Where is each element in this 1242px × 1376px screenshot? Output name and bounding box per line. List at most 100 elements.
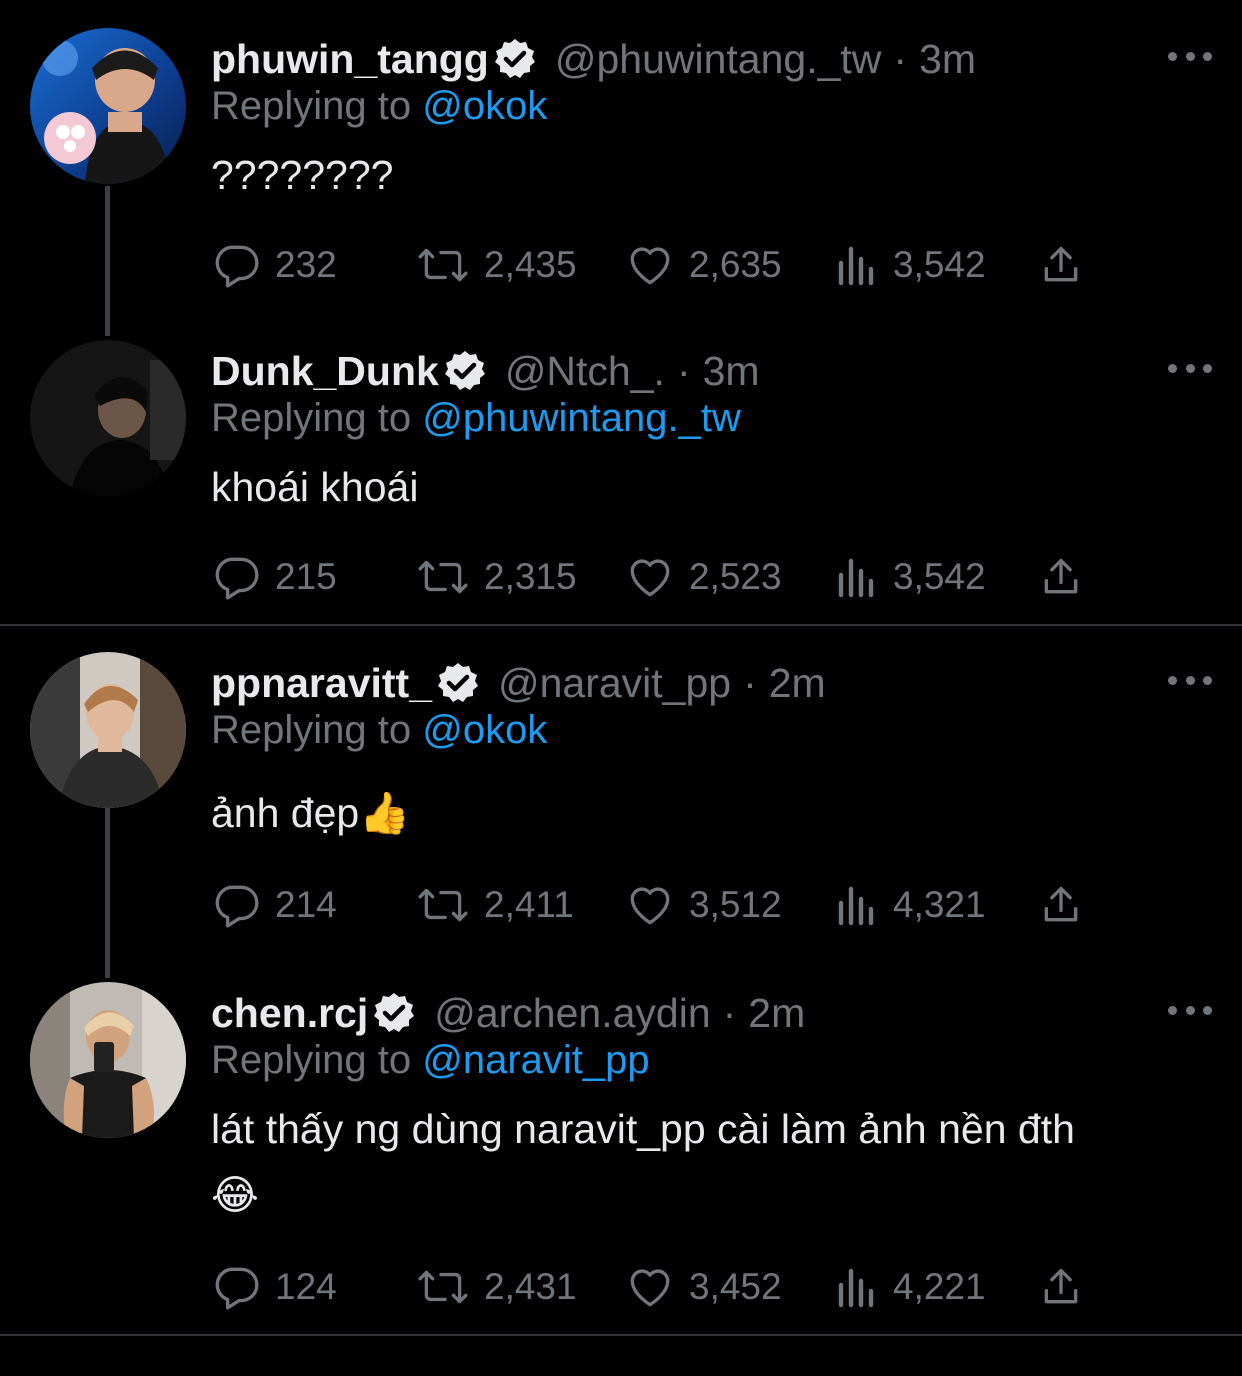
- tweet-header: Dunk_Dunk @Ntch_. · 3m: [211, 346, 760, 396]
- replying-prefix: Replying to: [211, 84, 412, 128]
- action-bar: 232 2,435 2,635 3,542: [211, 240, 1111, 290]
- like-count: 3,452: [689, 1266, 782, 1307]
- share-icon: [1044, 886, 1078, 922]
- timestamp[interactable]: 3m: [703, 348, 760, 395]
- views-button[interactable]: 3,542: [835, 240, 986, 290]
- display-name[interactable]: Dunk_Dunk: [211, 348, 439, 395]
- retweet-count: 2,411: [484, 884, 574, 925]
- bottom-divider: [0, 1334, 1242, 1336]
- verified-badge-icon: [493, 37, 537, 81]
- reply-icon: [215, 1267, 259, 1310]
- reply-icon: [215, 885, 259, 928]
- replying-prefix: Replying to: [211, 396, 412, 440]
- avatar[interactable]: [30, 28, 186, 184]
- views-icon: [838, 558, 874, 598]
- tweet-header: chen.rcj @archen.aydin · 2m: [211, 988, 805, 1038]
- views-count: 3,542: [893, 556, 986, 597]
- replying-prefix: Replying to: [211, 1038, 412, 1082]
- views-count: 4,221: [893, 1266, 986, 1307]
- more-icon[interactable]: [1168, 1000, 1212, 1020]
- avatar[interactable]: [30, 652, 186, 808]
- user-handle[interactable]: @archen.aydin: [434, 990, 710, 1037]
- tweet[interactable]: phuwin_tangg @phuwintang._tw · 3m Replyi…: [0, 0, 1242, 320]
- retweet-icon: [418, 248, 468, 282]
- like-count: 3,512: [689, 884, 782, 925]
- timestamp[interactable]: 2m: [769, 660, 826, 707]
- reply-button[interactable]: 124: [211, 1262, 337, 1312]
- user-handle[interactable]: @Ntch_.: [505, 348, 665, 395]
- retweet-count: 2,315: [484, 556, 577, 597]
- verified-badge-icon: [443, 349, 487, 393]
- share-icon: [1044, 246, 1078, 282]
- display-name[interactable]: chen.rcj: [211, 990, 368, 1037]
- tweet-text: ????????: [211, 152, 394, 198]
- share-button[interactable]: [1039, 880, 1097, 930]
- replying-to: Replying to @naravit_pp: [211, 1038, 650, 1083]
- timestamp[interactable]: 3m: [919, 36, 976, 83]
- reply-count: 124: [275, 1266, 337, 1307]
- retweet-button[interactable]: 2,431: [416, 1262, 577, 1312]
- reply-button[interactable]: 215: [211, 552, 337, 602]
- tweet-text: ảnh đẹp👍: [211, 790, 411, 836]
- views-count: 4,321: [893, 884, 986, 925]
- more-icon[interactable]: [1168, 46, 1212, 66]
- action-bar: 124 2,431 3,452 4,221: [211, 1262, 1111, 1312]
- like-icon: [630, 247, 670, 285]
- user-handle[interactable]: @naravit_pp: [498, 660, 731, 707]
- replying-prefix: Replying to: [211, 708, 412, 752]
- reply-button[interactable]: 214: [211, 880, 337, 930]
- reply-button[interactable]: 232: [211, 240, 337, 290]
- views-button[interactable]: 3,542: [835, 552, 986, 602]
- mention-link[interactable]: @phuwintang._tw: [422, 396, 741, 440]
- more-icon[interactable]: [1168, 358, 1212, 378]
- avatar[interactable]: [30, 340, 186, 496]
- share-button[interactable]: [1039, 240, 1097, 290]
- like-count: 2,635: [689, 244, 782, 285]
- tweet[interactable]: Dunk_Dunk @Ntch_. · 3m Replying to @phuw…: [0, 320, 1242, 625]
- tweet-header: ppnaravitt_ @naravit_pp · 2m: [211, 658, 826, 708]
- share-icon: [1044, 1268, 1078, 1304]
- tweet-text-line2: 😂: [211, 1172, 259, 1218]
- reply-count: 214: [275, 884, 337, 925]
- replying-to: Replying to @okok: [211, 708, 547, 753]
- verified-badge-icon: [372, 991, 416, 1035]
- views-icon: [838, 886, 874, 926]
- replying-to: Replying to @okok: [211, 84, 547, 129]
- like-button[interactable]: 2,523: [625, 552, 782, 602]
- display-name[interactable]: ppnaravitt_: [211, 660, 432, 707]
- share-button[interactable]: [1039, 1262, 1097, 1312]
- views-icon: [838, 1268, 874, 1308]
- verified-badge-icon: [436, 661, 480, 705]
- mention-link[interactable]: @okok: [422, 708, 547, 752]
- like-button[interactable]: 2,635: [625, 240, 782, 290]
- retweet-button[interactable]: 2,435: [416, 240, 577, 290]
- retweet-button[interactable]: 2,315: [416, 552, 577, 602]
- views-button[interactable]: 4,221: [835, 1262, 986, 1312]
- separator-dot: ·: [676, 347, 691, 394]
- like-icon: [630, 559, 670, 597]
- retweet-button[interactable]: 2,411: [416, 880, 574, 930]
- share-button[interactable]: [1039, 552, 1097, 602]
- mention-link[interactable]: @naravit_pp: [422, 1038, 649, 1082]
- tweet-text: lát thấy ng dùng naravit_pp cài làm ảnh …: [211, 1106, 1075, 1152]
- retweet-count: 2,431: [484, 1266, 577, 1307]
- share-icon: [1044, 558, 1078, 594]
- mention-link[interactable]: @okok: [422, 84, 547, 128]
- user-handle[interactable]: @phuwintang._tw: [555, 36, 882, 83]
- display-name[interactable]: phuwin_tangg: [211, 36, 489, 83]
- timestamp[interactable]: 2m: [748, 990, 805, 1037]
- like-button[interactable]: 3,512: [625, 880, 782, 930]
- separator-dot: ·: [743, 659, 757, 706]
- tweet[interactable]: ppnaravitt_ @naravit_pp · 2m Replying to…: [0, 632, 1242, 952]
- avatar[interactable]: [30, 982, 186, 1138]
- separator-dot: ·: [722, 989, 737, 1036]
- action-bar: 215 2,315 2,523 3,542: [211, 552, 1111, 602]
- thread-divider: [0, 624, 1242, 626]
- like-count: 2,523: [689, 556, 782, 597]
- like-button[interactable]: 3,452: [625, 1262, 782, 1312]
- retweet-icon: [418, 560, 468, 594]
- separator-dot: ·: [893, 35, 908, 82]
- views-button[interactable]: 4,321: [835, 880, 986, 930]
- tweet[interactable]: chen.rcj @archen.aydin · 2m Replying to …: [0, 962, 1242, 1338]
- more-icon[interactable]: [1168, 670, 1212, 690]
